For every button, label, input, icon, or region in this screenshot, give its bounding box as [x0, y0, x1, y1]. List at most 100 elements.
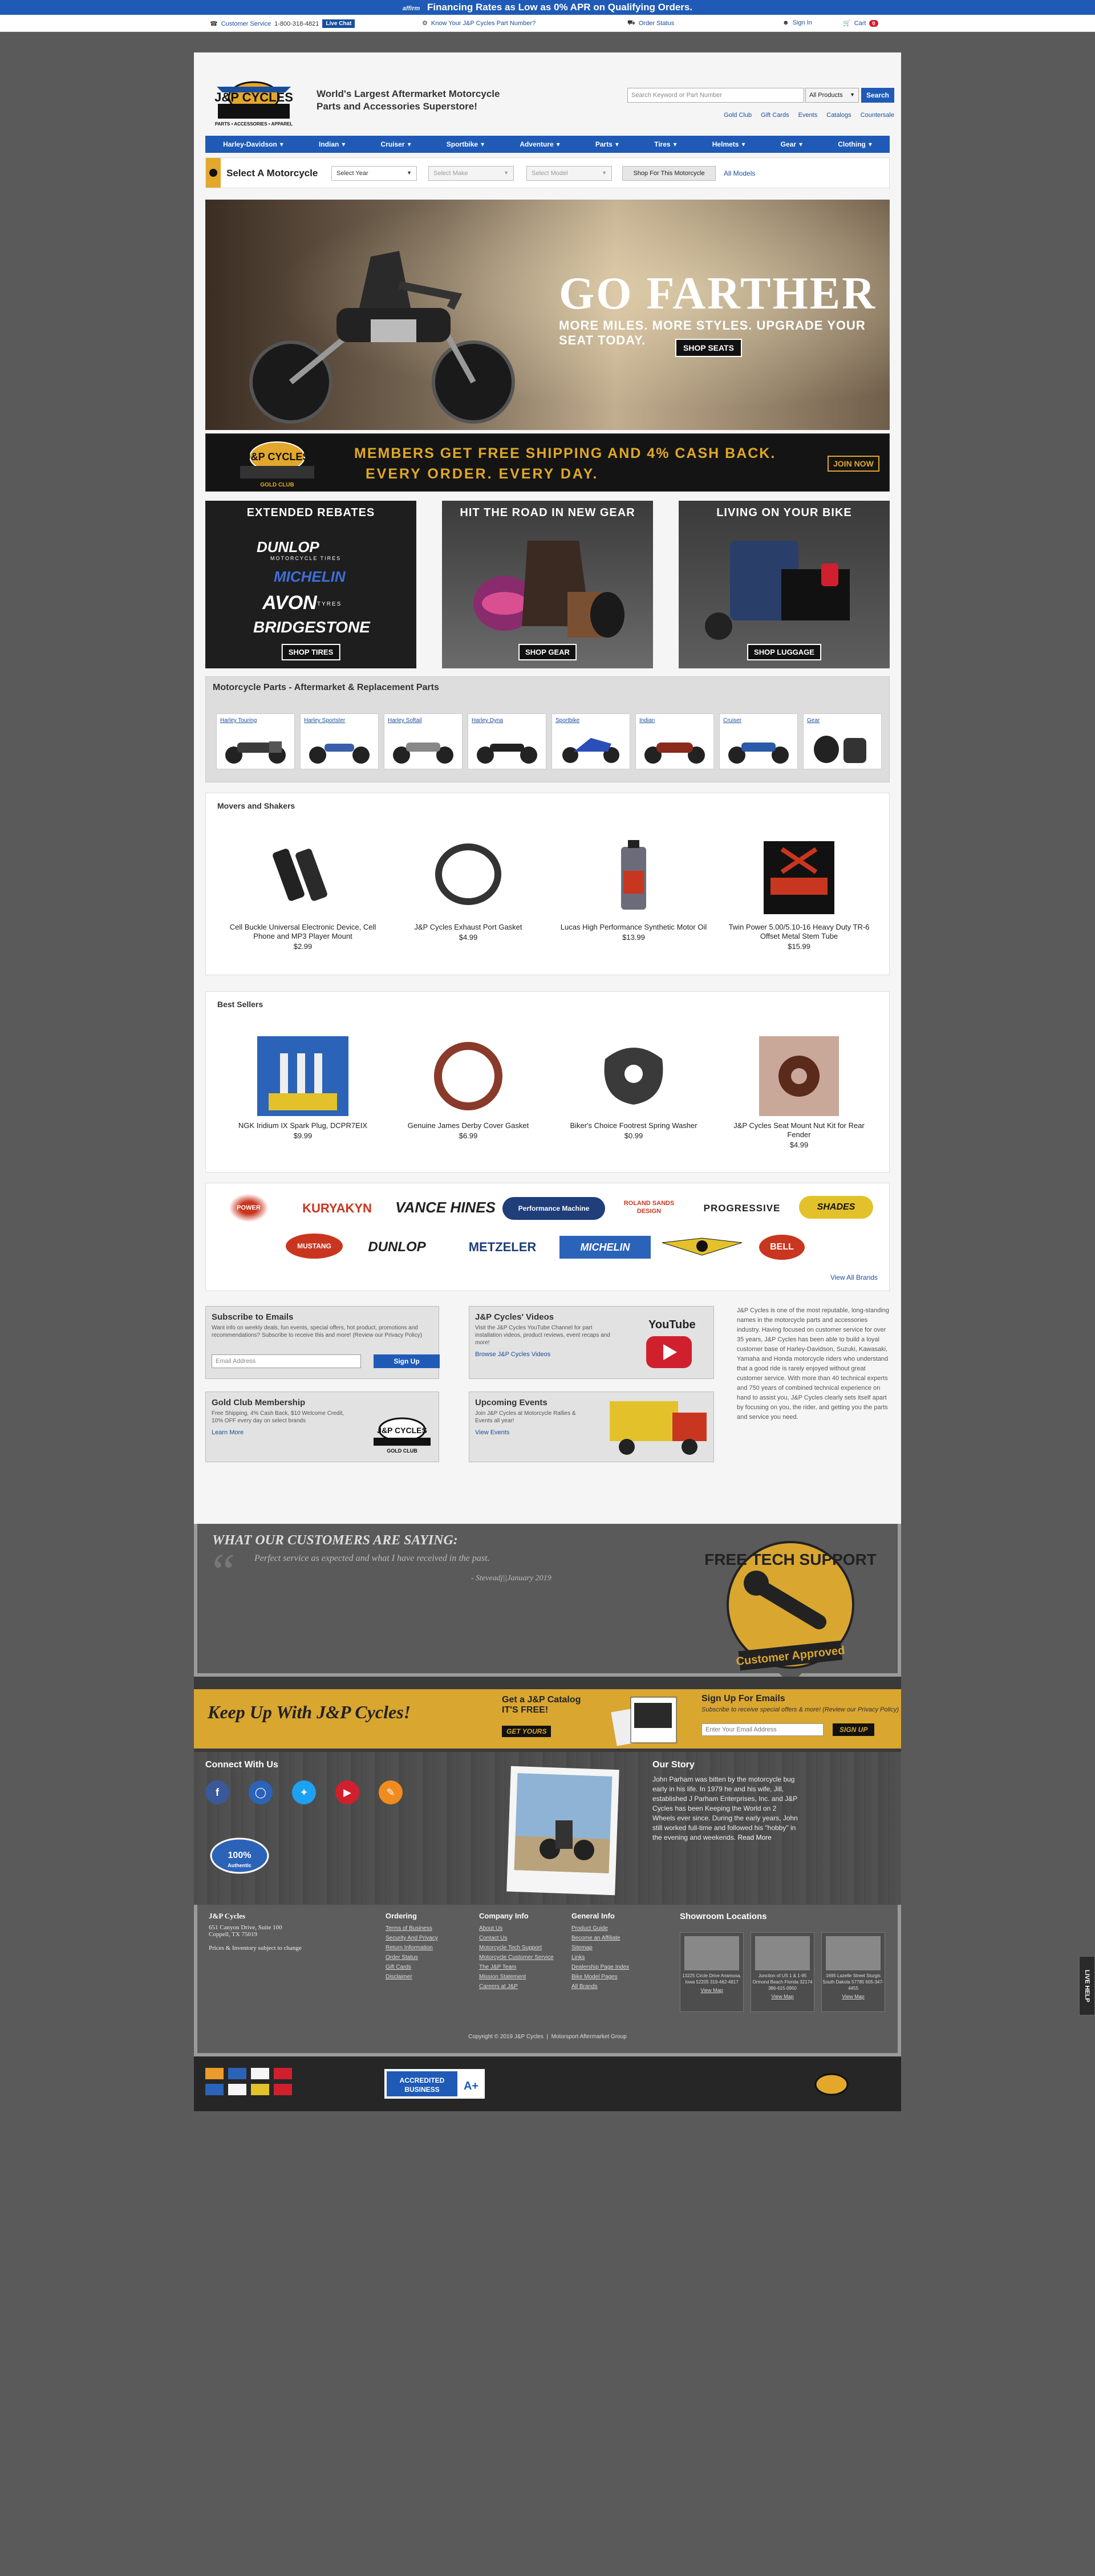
brand-logo[interactable]: DUNLOP: [348, 1236, 445, 1259]
search-scope-select[interactable]: All Products ▼: [805, 88, 859, 103]
nav-gear[interactable]: Gear ▾: [781, 140, 802, 148]
brand-logo-wings[interactable]: [656, 1232, 748, 1261]
footer-link[interactable]: Become an Affiliate: [571, 1933, 629, 1943]
footer-link[interactable]: Mission Statement: [479, 1972, 554, 1982]
brand-logo[interactable]: MICHELIN: [559, 1236, 651, 1259]
know-part-link[interactable]: Know Your J&P Cycles Part Number?: [431, 20, 536, 27]
product-card[interactable]: Cell Buckle Universal Electronic Device,…: [229, 838, 377, 951]
footer-link[interactable]: Disclaimer: [386, 1972, 438, 1982]
twitter-icon[interactable]: ✦: [292, 1780, 316, 1804]
brand-logo[interactable]: METZELER: [451, 1236, 554, 1259]
brand-logo[interactable]: BELL: [759, 1235, 805, 1260]
blog-icon[interactable]: ✎: [379, 1780, 403, 1804]
jp-small-logo[interactable]: [814, 2071, 849, 2098]
shop-motorcycle-button[interactable]: Shop For This Motorcycle: [622, 166, 716, 181]
brand-logo[interactable]: KURYAKYN: [286, 1197, 388, 1220]
nav-clothing[interactable]: Clothing ▾: [838, 140, 872, 148]
part-category-gear[interactable]: Gear: [803, 713, 882, 769]
customer-service-link[interactable]: Customer Service: [221, 21, 271, 27]
view-map-link[interactable]: View Map: [680, 1987, 743, 1993]
view-map-link[interactable]: View Map: [751, 1994, 814, 1999]
search-button[interactable]: Search: [861, 88, 894, 103]
footer-link[interactable]: Contact Us: [479, 1933, 554, 1943]
product-card[interactable]: Twin Power 5.00/5.10-16 Heavy Duty TR-6 …: [725, 838, 873, 951]
part-category-harley-dyna[interactable]: Harley Dyna: [468, 713, 546, 769]
nav-sportbike[interactable]: Sportbike ▾: [447, 140, 484, 148]
year-select[interactable]: Select Year ▼: [331, 166, 417, 181]
nav-tires[interactable]: Tires ▾: [654, 140, 677, 148]
footer-email-input[interactable]: Enter Your Email Address: [701, 1723, 824, 1736]
brand-logo[interactable]: MUSTANG: [286, 1234, 343, 1259]
nav-harley[interactable]: Harley-Davidson ▾: [223, 140, 283, 148]
events-link[interactable]: Events: [798, 112, 818, 119]
hero-banner[interactable]: GO FARTHER MORE MILES. MORE STYLES. UPGR…: [205, 200, 890, 430]
gold-club-banner[interactable]: J&P CYCLES GOLD CLUB MEMBERS GET FREE SH…: [205, 433, 890, 492]
footer-link[interactable]: The J&P Team: [479, 1962, 554, 1972]
footer-link[interactable]: Gift Cards: [386, 1962, 438, 1972]
read-more-link[interactable]: Read More: [737, 1833, 771, 1841]
free-tech-support-badge[interactable]: FREE TECH SUPPORT Customer Approved: [694, 1519, 887, 1690]
shop-seats-button[interactable]: SHOP SEATS: [675, 339, 742, 357]
footer-link[interactable]: All Brands: [571, 1982, 629, 1991]
jp-cycles-logo[interactable]: J&P CYCLES PARTS • ACCESSORIES • APPAREL: [205, 80, 302, 129]
footer-link[interactable]: Careers at J&P: [479, 1982, 554, 1991]
make-select[interactable]: Select Make ▼: [428, 166, 514, 181]
brand-logo[interactable]: VANCE HINES: [394, 1196, 497, 1219]
product-card[interactable]: J&P Cycles Exhaust Port Gasket $4.99: [394, 838, 542, 942]
brand-logo[interactable]: POWER: [229, 1194, 269, 1222]
brand-logo[interactable]: SHADES: [799, 1196, 873, 1219]
live-chat-button[interactable]: Live Chat: [322, 19, 355, 28]
footer-signup-button[interactable]: SIGN UP: [833, 1723, 875, 1736]
order-status-link[interactable]: Order Status: [639, 20, 674, 27]
part-category-indian[interactable]: Indian: [635, 713, 714, 769]
view-all-brands-link[interactable]: View All Brands: [830, 1273, 878, 1281]
sign-in-link[interactable]: Sign In: [793, 19, 812, 26]
part-category-cruiser[interactable]: Cruiser: [719, 713, 798, 769]
countersale-link[interactable]: Countersale: [861, 112, 894, 119]
promo-gear[interactable]: HIT THE ROAD IN NEW GEAR SHOP GEAR: [442, 501, 653, 668]
nav-cruiser[interactable]: Cruiser ▾: [381, 140, 411, 148]
promo-bar[interactable]: affirm Financing Rates as Low as 0% APR …: [0, 0, 1095, 15]
part-category-sportbike[interactable]: Sportbike: [551, 713, 630, 769]
product-card[interactable]: J&P Cycles Seat Mount Nut Kit for Rear F…: [725, 1036, 873, 1149]
nav-indian[interactable]: Indian ▾: [319, 140, 345, 148]
subscribe-button[interactable]: Sign Up: [374, 1354, 440, 1368]
footer-link[interactable]: Sitemap: [571, 1943, 629, 1953]
footer-link[interactable]: Product Guide: [571, 1924, 629, 1933]
brand-logo[interactable]: Performance Machine: [502, 1197, 605, 1220]
footer-link[interactable]: Order Status: [386, 1953, 438, 1962]
brand-logo[interactable]: ROLAND SANDS DESIGN: [612, 1195, 686, 1215]
part-category-harley-softail[interactable]: Harley Softail: [384, 713, 463, 769]
footer-link[interactable]: Dealership Page Index: [571, 1962, 629, 1972]
product-card[interactable]: NGK Iridium IX Spark Plug, DCPR7EIX $9.9…: [229, 1036, 377, 1140]
cart-link[interactable]: Cart: [854, 20, 866, 27]
catalogs-link[interactable]: Catalogs: [826, 112, 851, 119]
product-card[interactable]: Biker's Choice Footrest Spring Washer $0…: [559, 1036, 708, 1140]
part-category-harley-sportster[interactable]: Harley Sportster: [300, 713, 379, 769]
youtube-icon[interactable]: ▶: [335, 1780, 359, 1804]
nav-adventure[interactable]: Adventure ▾: [520, 140, 559, 148]
product-card[interactable]: Lucas High Performance Synthetic Motor O…: [559, 838, 708, 942]
part-category-harley-touring[interactable]: Harley Touring: [216, 713, 295, 769]
shop-tires-button[interactable]: SHOP TIRES: [281, 644, 340, 660]
youtube-icon[interactable]: YouTube: [640, 1315, 697, 1372]
footer-link[interactable]: Return Information: [386, 1943, 438, 1953]
search-input[interactable]: Search Keyword or Part Number: [627, 88, 804, 103]
nav-helmets[interactable]: Helmets ▾: [712, 140, 745, 148]
shop-luggage-button[interactable]: SHOP LUGGAGE: [747, 644, 821, 660]
footer-link[interactable]: Terms of Business: [386, 1924, 438, 1933]
nav-parts[interactable]: Parts ▾: [595, 140, 619, 148]
gold-club-link[interactable]: Gold Club: [724, 112, 752, 119]
brand-logo[interactable]: PROGRESSIVE: [691, 1197, 793, 1220]
instagram-icon[interactable]: ◯: [249, 1780, 273, 1804]
get-catalog-button[interactable]: GET YOURS: [502, 1726, 551, 1737]
view-map-link[interactable]: View Map: [822, 1994, 885, 1999]
promo-luggage[interactable]: LIVING ON YOUR BIKE SHOP LUGGAGE: [679, 501, 890, 668]
live-help-tab[interactable]: LIVE HELP: [1079, 1956, 1095, 2015]
model-select[interactable]: Select Model ▼: [526, 166, 612, 181]
footer-link[interactable]: Security And Privacy: [386, 1933, 438, 1943]
footer-link[interactable]: About Us: [479, 1924, 554, 1933]
mag-link[interactable]: Motorsport Aftermarket Group: [551, 2034, 627, 2040]
subscribe-email-input[interactable]: Email Address: [212, 1354, 361, 1368]
product-card[interactable]: Genuine James Derby Cover Gasket $6.99: [394, 1036, 542, 1140]
